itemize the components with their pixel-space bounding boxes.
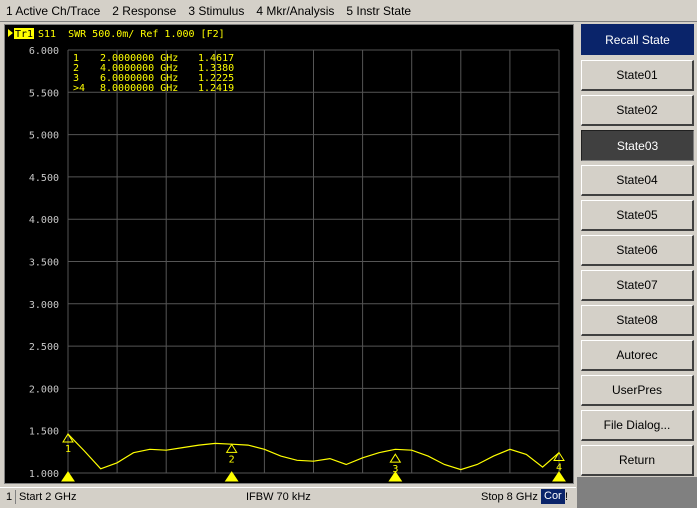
status-separator [15, 490, 16, 504]
menu-instr-state[interactable]: 5 Instr State [340, 0, 417, 22]
softkey-panel: Recall State State01 State02 State03 Sta… [577, 22, 697, 508]
softkey-state05[interactable]: State05 [581, 200, 694, 231]
softkey-state06[interactable]: State06 [581, 235, 694, 266]
softkey-return[interactable]: Return [581, 445, 694, 476]
softkey-state08[interactable]: State08 [581, 305, 694, 336]
softkey-title: Recall State [581, 24, 694, 55]
softkey-empty-slot [577, 477, 697, 508]
marker-number-label: 2 [229, 454, 235, 465]
marker-table-id: >4 [73, 83, 85, 94]
status-stop[interactable]: Stop 8 GHz [481, 490, 538, 504]
y-tick-label: 1.500 [29, 427, 59, 438]
y-tick-label: 5.000 [29, 131, 59, 142]
softkey-userpres[interactable]: UserPres [581, 375, 694, 406]
marker-triangle-icon [225, 443, 238, 453]
plot-area[interactable]: 6.000 5.500 5.000 4.500 4.000 3.500 3.000 2.500… [4, 24, 574, 484]
status-cor-badge: Cor [541, 489, 565, 504]
y-tick-label: 3.500 [29, 258, 59, 269]
marker-table-freq: 8.0000000 GHz [100, 83, 178, 94]
y-tick-label: 5.500 [29, 88, 59, 99]
y-tick-label: 4.500 [29, 173, 59, 184]
menu-response[interactable]: 2 Response [106, 0, 182, 22]
marker-table: 1 2.0000000 GHz 1.46172 4.0000000 GHz 1.3380… [73, 53, 234, 94]
y-tick-labels: 6.000 5.500 5.000 4.500 4.000 3.500 3.000 2.500… [29, 46, 59, 480]
swr-chart: 6.000 5.500 5.000 4.500 4.000 3.500 3.000 2.500… [8, 28, 566, 482]
marker-triangle-icon [389, 453, 402, 463]
y-tick-label: 2.500 [29, 342, 59, 353]
marker-table-value: 1.2419 [198, 83, 234, 94]
menu-bar: 1 Active Ch/Trace 2 Response 3 Stimulus … [0, 0, 697, 22]
status-warning: ! [565, 491, 569, 503]
y-tick-label: 3.000 [29, 300, 59, 311]
y-tick-label: 1.000 [29, 469, 59, 480]
softkey-state07[interactable]: State07 [581, 270, 694, 301]
status-bar: 1 Start 2 GHz IFBW 70 kHz Stop 8 GHz Cor… [0, 487, 576, 506]
y-tick-label: 4.000 [29, 215, 59, 226]
softkey-state04[interactable]: State04 [581, 165, 694, 196]
marker-number-label: 1 [65, 444, 71, 455]
trace-header-text: S11 SWR 500.0m/ Ref 1.000 [F2] [38, 29, 225, 40]
status-start[interactable]: Start 2 GHz [19, 490, 76, 504]
trace-tag: Tr1 [15, 29, 33, 40]
softkey-autorec[interactable]: Autorec [581, 340, 694, 371]
softkey-state03[interactable]: State03 [581, 130, 694, 161]
softkey-file-dialog[interactable]: File Dialog... [581, 410, 694, 441]
grid [67, 49, 560, 474]
trace-active-arrow-icon [8, 29, 13, 37]
y-tick-label: 2.000 [29, 384, 59, 395]
status-channel: 1 [6, 491, 13, 503]
menu-stimulus[interactable]: 3 Stimulus [182, 0, 250, 22]
status-ifbw[interactable]: IFBW 70 kHz [246, 490, 311, 504]
menu-mkr-analysis[interactable]: 4 Mkr/Analysis [250, 0, 340, 22]
softkey-state02[interactable]: State02 [581, 95, 694, 126]
menu-active-ch-trace[interactable]: 1 Active Ch/Trace [0, 0, 106, 22]
y-tick-label: 6.000 [29, 46, 59, 57]
softkey-state01[interactable]: State01 [581, 60, 694, 91]
trace-header: Tr1 S11 SWR 500.0m/ Ref 1.000 [F2] [8, 28, 225, 40]
